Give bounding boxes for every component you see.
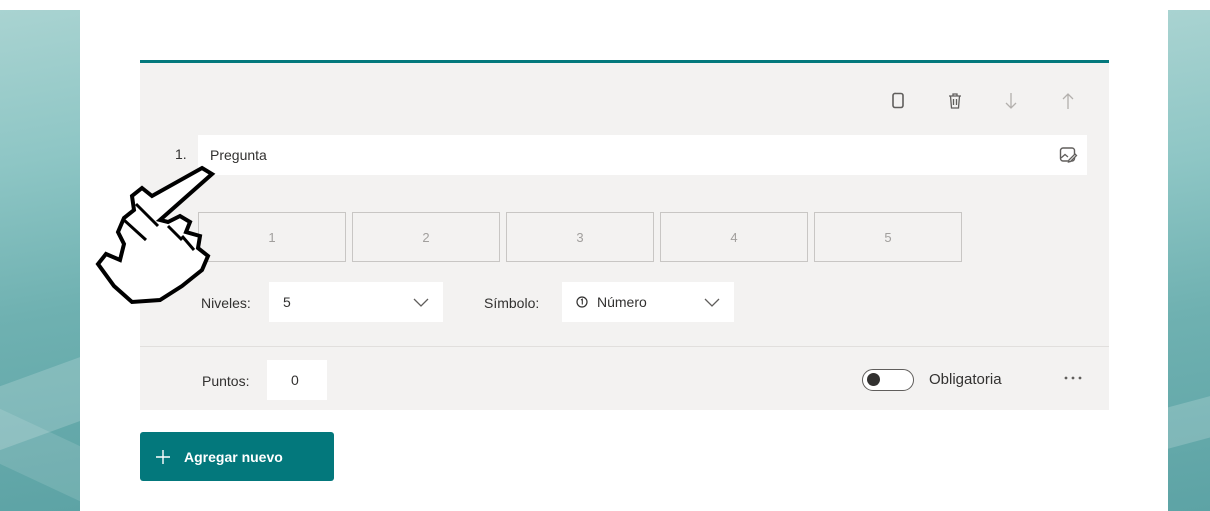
hand-pointer-icon xyxy=(95,165,216,305)
levels-dropdown[interactable]: 5 xyxy=(269,282,443,322)
right-background-panel xyxy=(1168,10,1210,511)
rating-option: 3 xyxy=(506,212,654,262)
edit-image-icon[interactable] xyxy=(1056,143,1080,167)
rating-preview: 1 2 3 4 5 xyxy=(198,212,962,262)
chevron-down-icon xyxy=(704,298,720,307)
chevron-down-icon xyxy=(413,298,429,307)
more-icon[interactable] xyxy=(1061,366,1085,390)
plus-icon xyxy=(156,449,170,464)
rating-option: 4 xyxy=(660,212,808,262)
arrow-down-icon[interactable] xyxy=(998,88,1024,114)
add-new-button[interactable]: Agregar nuevo xyxy=(140,432,334,481)
number-symbol-icon xyxy=(576,296,588,308)
required-toggle[interactable] xyxy=(862,369,914,391)
points-input[interactable]: 0 xyxy=(267,360,327,400)
symbol-label: Símbolo: xyxy=(484,295,540,311)
top-strip xyxy=(0,0,1210,10)
copy-icon[interactable] xyxy=(885,88,911,114)
symbol-dropdown[interactable]: Número xyxy=(562,282,734,322)
trash-icon[interactable] xyxy=(942,88,968,114)
arrow-up-icon[interactable] xyxy=(1055,88,1081,114)
points-label: Puntos: xyxy=(202,373,250,389)
add-new-label: Agregar nuevo xyxy=(184,448,283,465)
rating-option: 5 xyxy=(814,212,962,262)
card-divider xyxy=(140,346,1109,347)
question-input[interactable] xyxy=(198,135,1087,175)
rating-option: 2 xyxy=(352,212,500,262)
toggle-knob xyxy=(867,373,880,386)
left-background-panel xyxy=(0,10,80,511)
levels-value: 5 xyxy=(283,294,291,310)
symbol-value: Número xyxy=(597,294,647,310)
required-label: Obligatoria xyxy=(929,371,1002,388)
